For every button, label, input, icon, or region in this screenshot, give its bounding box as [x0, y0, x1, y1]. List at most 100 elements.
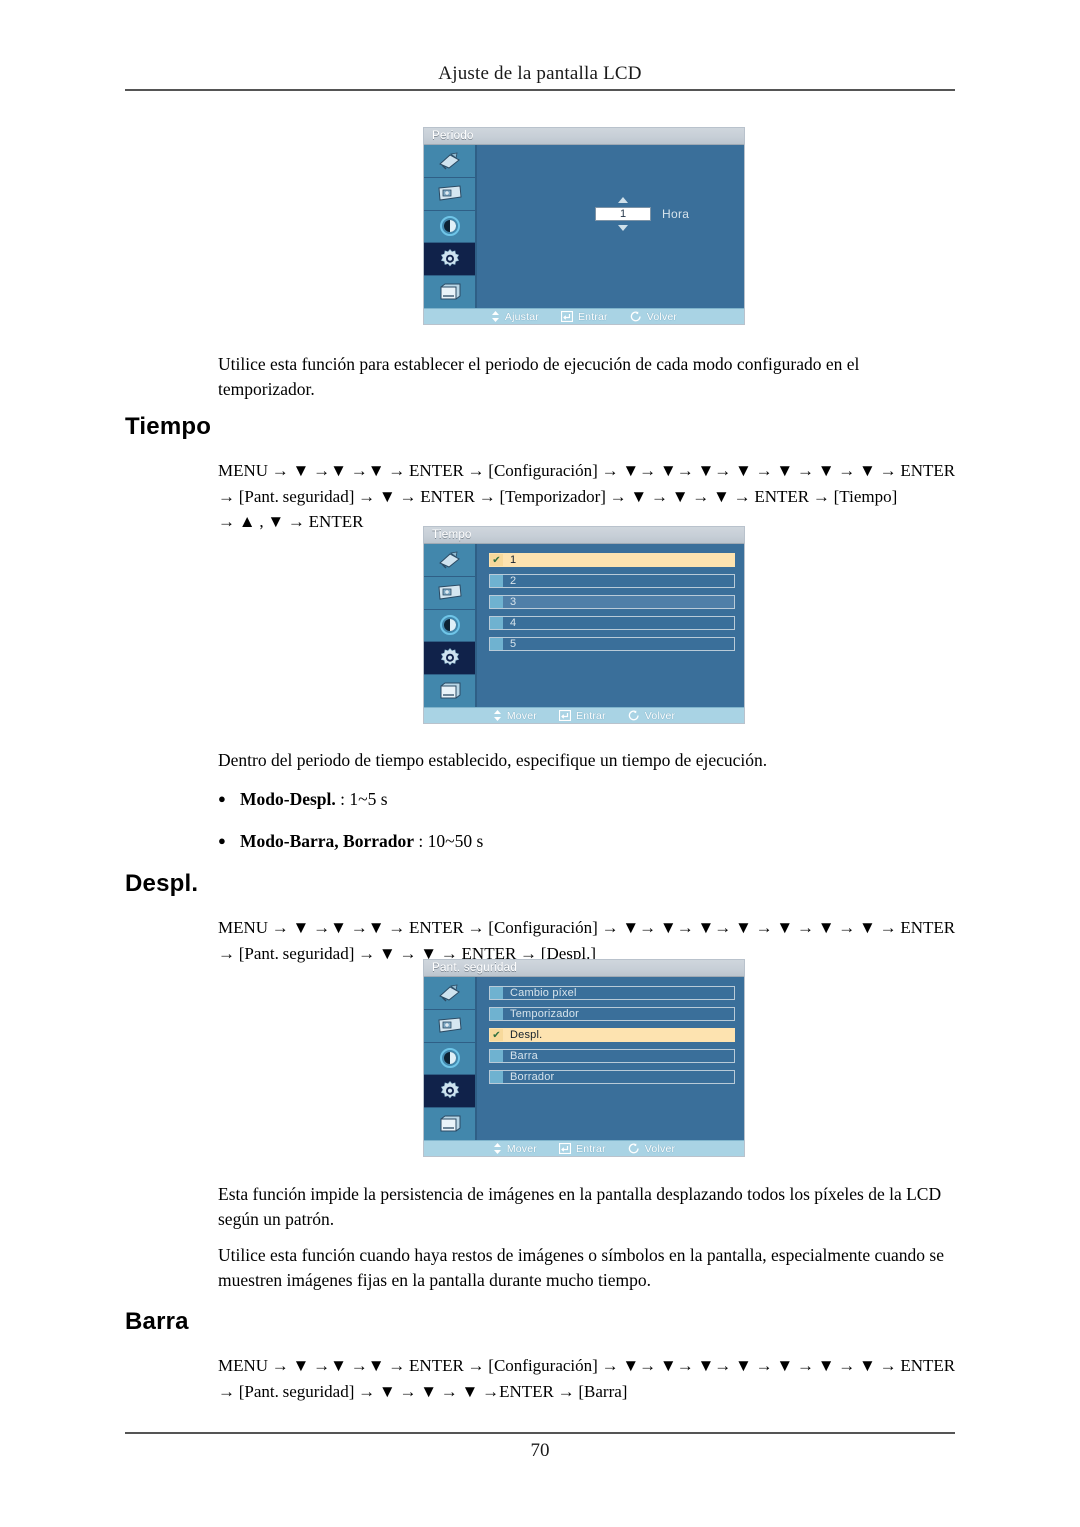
input-source-icon[interactable] — [424, 145, 475, 178]
footer-action-return[interactable]: Volver — [628, 710, 675, 722]
menu-path-barra-line2: → [Pant. seguridad] → ▼ → ▼ → ▼ →ENTER →… — [218, 1381, 628, 1401]
spinner-down-arrow-icon[interactable] — [618, 225, 628, 231]
row-swatch-icon — [490, 596, 503, 608]
footer-action-adjust[interactable]: Ajustar — [491, 311, 539, 323]
menu-path-tiempo-line2: → [Pant. seguridad] → ▼ → ENTER → [Tempo… — [218, 486, 898, 506]
input-source-icon[interactable] — [424, 977, 475, 1010]
footer-action-move[interactable]: Mover — [493, 1143, 537, 1155]
row-swatch-icon — [490, 1008, 503, 1020]
osd-sidebar-pant-seguridad — [424, 977, 477, 1140]
footer-label-adjust: Ajustar — [504, 310, 539, 323]
bullet-modo-despl: ● Modo-Despl. : 1~5 s — [218, 789, 958, 810]
up-down-arrow-icon — [491, 311, 500, 322]
setup-gear-icon[interactable] — [424, 642, 475, 676]
osd-title-tiempo: Tiempo — [424, 527, 744, 544]
bullet-label: Modo-Barra, Borrador — [240, 831, 414, 851]
osd-main-pant-seguridad: Cambio píxel Temporizador ✔ Despl. Barra… — [477, 977, 744, 1140]
footer-label-enter: Entrar — [576, 709, 606, 722]
list-item[interactable]: Borrador — [489, 1070, 735, 1084]
list-item-label: Despl. — [510, 1029, 543, 1041]
picture-icon[interactable] — [424, 576, 475, 610]
multi-control-icon[interactable] — [424, 276, 475, 308]
bullet-dot-icon: ● — [218, 791, 226, 806]
period-spinner[interactable]: 1 Hora — [595, 197, 689, 231]
paragraph-tiempo: Dentro del periodo de tiempo establecido… — [218, 750, 768, 770]
input-source-icon[interactable] — [424, 544, 475, 577]
osd-main-periodo: 1 Hora — [477, 145, 744, 308]
picture-icon[interactable] — [424, 1009, 475, 1043]
osd-main-tiempo: ✔ 1 2 3 4 5 — [477, 544, 744, 707]
footer-action-return[interactable]: Volver — [630, 311, 677, 323]
spinner-up-arrow-icon[interactable] — [618, 197, 628, 203]
check-icon: ✔ — [490, 554, 503, 566]
osd-sidebar-tiempo — [424, 544, 477, 707]
heading-despl: Despl. — [125, 870, 199, 897]
osd-footer-periodo: Ajustar Entrar Volver — [424, 308, 744, 324]
osd-body-periodo: 1 Hora — [424, 145, 744, 308]
osd-pant-seguridad: Pant. seguridad Cambio píxel Temporizado… — [424, 960, 744, 1156]
period-unit-label: Hora — [662, 207, 690, 221]
picture-icon[interactable] — [424, 177, 475, 211]
row-swatch-icon — [490, 1071, 503, 1083]
list-item-label: 4 — [510, 617, 517, 629]
period-value[interactable]: 1 — [595, 207, 651, 221]
list-item[interactable]: Cambio píxel — [489, 986, 735, 1000]
setup-gear-icon[interactable] — [424, 1075, 475, 1109]
list-item[interactable]: 3 — [489, 595, 735, 609]
paragraph-periodo: Utilice esta función para establecer el … — [218, 354, 860, 399]
contrast-icon[interactable] — [424, 1042, 475, 1076]
list-item-label: Borrador — [510, 1071, 555, 1083]
menu-path-barra: MENU → ▼ →▼ →▼ → ENTER → [Configuración]… — [218, 1353, 963, 1404]
list-item-label: Cambio píxel — [510, 987, 577, 999]
enter-key-icon — [559, 1143, 571, 1154]
paragraph-despl-1: Esta función impide la persistencia de i… — [218, 1184, 942, 1229]
list-item[interactable]: 5 — [489, 637, 735, 651]
osd-periodo: Periodo 1 Hora Ajustar Entrar Volver — [424, 128, 744, 324]
multi-control-icon[interactable] — [424, 675, 475, 707]
enter-key-icon — [560, 311, 573, 322]
menu-path-tiempo: MENU → ▼ →▼ →▼ → ENTER → [Configuración]… — [218, 458, 963, 535]
footer-action-return[interactable]: Volver — [628, 1143, 675, 1155]
list-item[interactable]: Temporizador — [489, 1007, 735, 1021]
footer-label-enter: Entrar — [577, 310, 608, 323]
row-swatch-icon — [490, 617, 503, 629]
menu-path-barra-line1: MENU → ▼ →▼ →▼ → ENTER → [Configuración]… — [218, 1356, 956, 1375]
footer-action-move[interactable]: Mover — [493, 710, 537, 722]
footer-label-return: Volver — [644, 1142, 676, 1155]
footer-action-enter[interactable]: Entrar — [559, 710, 606, 722]
up-down-arrow-icon — [493, 1143, 502, 1154]
menu-path-despl: MENU → ▼ →▼ →▼ → ENTER → [Configuración]… — [218, 915, 963, 966]
footer-label-return: Volver — [646, 310, 678, 323]
document-page: Ajuste de la pantalla LCD Periodo 1 Hora… — [0, 0, 1080, 1527]
check-icon: ✔ — [490, 1029, 503, 1041]
footer-label-return: Volver — [644, 709, 676, 722]
contrast-icon[interactable] — [424, 609, 475, 643]
list-item[interactable]: Barra — [489, 1049, 735, 1063]
footer-action-enter[interactable]: Entrar — [559, 1143, 606, 1155]
paragraph-despl-2: Utilice esta función cuando haya restos … — [218, 1245, 945, 1290]
setup-gear-icon[interactable] — [424, 243, 475, 277]
list-item[interactable]: 2 — [489, 574, 735, 588]
return-arrow-icon — [630, 311, 642, 322]
heading-tiempo: Tiempo — [125, 413, 212, 440]
list-item-label: 5 — [510, 638, 517, 650]
list-item-label: 3 — [510, 596, 517, 608]
footer-label-move: Mover — [506, 1142, 537, 1155]
list-item-label: Barra — [510, 1050, 538, 1062]
bullet-modo-barra: ● Modo-Barra, Borrador : 10~50 s — [218, 831, 958, 852]
list-item[interactable]: ✔ Despl. — [489, 1028, 735, 1042]
osd-title-pant-seguridad: Pant. seguridad — [424, 960, 744, 977]
osd-footer-pant-seguridad: Mover Entrar Volver — [424, 1140, 744, 1156]
osd-tiempo: Tiempo ✔ 1 2 3 4 5 Mover Entrar Volver — [424, 527, 744, 723]
osd-sidebar-periodo — [424, 145, 477, 308]
osd-title-periodo: Periodo — [424, 128, 744, 145]
list-item[interactable]: 4 — [489, 616, 735, 630]
footer-action-enter[interactable]: Entrar — [560, 310, 608, 323]
bullet-value: : 1~5 s — [340, 789, 388, 809]
list-item[interactable]: ✔ 1 — [489, 553, 735, 567]
running-header: Ajuste de la pantalla LCD — [438, 63, 642, 84]
contrast-icon[interactable] — [424, 210, 475, 244]
multi-control-icon[interactable] — [424, 1108, 475, 1140]
list-item-label: 1 — [510, 554, 517, 566]
bullet-label: Modo-Despl. — [240, 789, 336, 809]
